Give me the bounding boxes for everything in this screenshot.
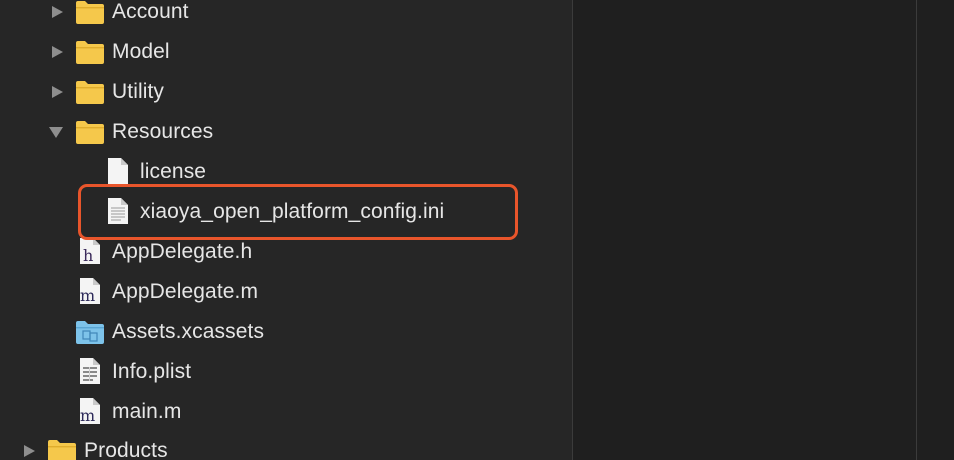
folder-icon: [47, 438, 76, 460]
tree-item-label: Resources: [112, 120, 214, 143]
folder-icon: [75, 119, 104, 145]
tree-item-label: Products: [84, 439, 168, 460]
project-navigator: Account Model Utility Resources license …: [0, 0, 572, 460]
tree-row-model[interactable]: Model: [0, 32, 572, 72]
tree-item-label: Assets.xcassets: [112, 320, 265, 343]
editor-pane: [573, 0, 916, 460]
tree-item-label: AppDelegate.m: [112, 280, 259, 303]
text-document-icon: [106, 197, 134, 224]
source-file-icon: m: [78, 277, 106, 305]
tree-row-assets[interactable]: Assets.xcassets: [0, 312, 572, 352]
tree-item-label: main.m: [112, 400, 182, 423]
xcode-window: Account Model Utility Resources license …: [0, 0, 954, 460]
tree-row-main-m[interactable]: m main.m: [0, 392, 572, 432]
tree-item-label: license: [140, 160, 207, 183]
tree-row-license[interactable]: license: [0, 152, 572, 192]
tree-row-account[interactable]: Account: [0, 0, 572, 32]
tree-row-appdelegate-m[interactable]: m AppDelegate.m: [0, 272, 572, 312]
tree-row-utility[interactable]: Utility: [0, 72, 572, 112]
document-icon: [106, 157, 134, 184]
tree-item-label: AppDelegate.h: [112, 240, 253, 263]
tree-item-label: Info.plist: [112, 360, 192, 383]
plist-file-icon: [78, 357, 106, 384]
tree-item-label: Utility: [112, 80, 165, 103]
asset-catalog-icon: [75, 319, 104, 345]
disclosure-collapsed-icon[interactable]: [50, 85, 64, 99]
folder-icon: [75, 79, 104, 105]
tree-row-appdelegate-h[interactable]: h AppDelegate.h: [0, 232, 572, 272]
tree-item-label: Model: [112, 40, 170, 63]
header-file-icon: h: [78, 237, 106, 265]
tree-row-config-ini[interactable]: xiaoya_open_platform_config.ini: [0, 192, 572, 232]
inspector-pane: [917, 0, 954, 460]
svg-text:h: h: [83, 246, 93, 265]
svg-text:m: m: [80, 406, 95, 425]
disclosure-collapsed-icon[interactable]: [50, 45, 64, 59]
tree-item-label: Account: [112, 0, 189, 23]
source-file-icon: m: [78, 397, 106, 425]
folder-icon: [75, 0, 104, 25]
disclosure-collapsed-icon[interactable]: [22, 444, 36, 458]
tree-item-label: xiaoya_open_platform_config.ini: [140, 200, 445, 223]
folder-icon: [75, 39, 104, 65]
disclosure-collapsed-icon[interactable]: [50, 5, 64, 19]
tree-row-info-plist[interactable]: Info.plist: [0, 352, 572, 392]
svg-text:m: m: [80, 286, 95, 305]
tree-row-resources[interactable]: Resources: [0, 112, 572, 152]
disclosure-expanded-icon[interactable]: [48, 125, 63, 139]
tree-row-products[interactable]: Products: [0, 431, 572, 460]
